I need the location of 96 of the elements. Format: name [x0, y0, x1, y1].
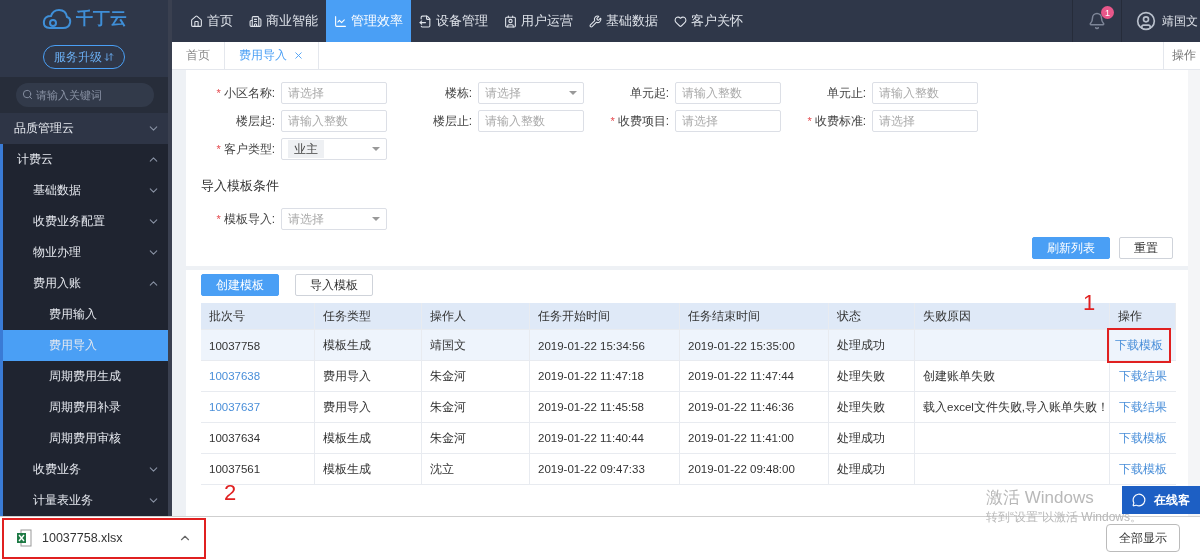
table-cell: 10037634 — [201, 423, 315, 453]
bell-icon[interactable] — [1088, 12, 1106, 30]
building-icon — [249, 14, 262, 28]
cloud-logo-icon — [41, 8, 72, 30]
activation-title: 激活 Windows — [986, 487, 1094, 509]
table-cell: 朱金河 — [422, 361, 530, 391]
input-field[interactable]: 请输入整数 — [478, 110, 584, 132]
table-cell: 处理成功 — [829, 423, 915, 453]
column-header: 批次号 — [201, 303, 315, 329]
action-link[interactable]: 下载模板 — [1119, 461, 1167, 477]
field-label: 模板导入: — [223, 210, 275, 228]
input-field[interactable]: 请输入整数 — [281, 110, 387, 132]
section-title: 导入模板条件 — [201, 178, 280, 195]
table-cell: 2019-01-22 11:45:58 — [530, 392, 680, 422]
input-field[interactable]: 请输入整数 — [872, 82, 978, 104]
table-cell: 创建账单失败 — [915, 361, 1110, 391]
action-link[interactable]: 下载模板 — [1119, 430, 1167, 446]
nav-item[interactable]: 首页 — [182, 0, 241, 42]
arrows-icon — [104, 52, 114, 63]
document-icon — [419, 14, 432, 28]
table-cell: 10037561 — [201, 454, 315, 484]
line-chart-icon — [334, 14, 347, 28]
table-cell: 2019-01-22 11:47:44 — [680, 361, 829, 391]
chat-bubble-icon — [1132, 493, 1146, 507]
spreadsheet-file-icon — [16, 529, 32, 547]
table-cell: 处理失败 — [829, 392, 915, 422]
column-header: 操作 — [1110, 303, 1176, 329]
input-field[interactable]: 请选择 — [281, 82, 387, 104]
field-label: 楼层起: — [235, 112, 275, 130]
file-name: 10037758.xlsx — [42, 531, 124, 545]
page-tab[interactable]: 首页 — [172, 42, 225, 69]
field-label: 收费标准: — [814, 112, 866, 130]
nav-item[interactable]: 设备管理 — [411, 0, 496, 42]
table-cell: 2019-01-22 11:40:44 — [530, 423, 680, 453]
scrollbar[interactable] — [1188, 70, 1200, 516]
field-label: 收费项目: — [617, 112, 669, 130]
chat-widget[interactable]: 在线客 — [1122, 486, 1200, 514]
home-icon — [190, 14, 203, 28]
user-name[interactable]: 靖国文 — [1162, 12, 1198, 30]
sidebar-item[interactable]: 品质管理云 — [0, 113, 168, 144]
field-label: 小区名称: — [223, 84, 275, 102]
search-field[interactable]: 请输入关键词 — [16, 82, 154, 107]
heart-icon — [674, 14, 687, 28]
column-header: 任务类型 — [315, 303, 422, 329]
user-avatar-icon[interactable] — [1136, 11, 1156, 31]
column-header: 状态 — [829, 303, 915, 329]
nav-item[interactable]: 商业智能 — [241, 0, 326, 42]
table-cell: 2019-01-22 09:48:00 — [680, 454, 829, 484]
search-icon — [22, 88, 33, 100]
table-cell: 朱金河 — [422, 392, 530, 422]
required-mark: * — [216, 87, 221, 99]
wrench-icon — [589, 14, 602, 28]
required-mark: * — [807, 115, 812, 127]
contact-card-icon — [504, 14, 517, 28]
logo-text: 千丁云 — [75, 8, 127, 31]
table-cell: 2019-01-22 11:41:00 — [680, 423, 829, 453]
column-header: 任务结束时间 — [680, 303, 829, 329]
table-cell: 2019-01-22 09:47:33 — [530, 454, 680, 484]
column-header: 操作人 — [422, 303, 530, 329]
notification-badge: 1 — [1101, 6, 1114, 19]
field-label: 单元起: — [629, 84, 669, 102]
select-field[interactable]: 业主 — [281, 138, 387, 160]
input-field[interactable]: 请选择 — [872, 110, 978, 132]
column-header: 任务开始时间 — [530, 303, 680, 329]
field-label: 客户类型: — [223, 140, 275, 158]
form-button[interactable]: 重置 — [1119, 237, 1173, 259]
show-all-button[interactable]: 全部显示 — [1106, 524, 1180, 552]
download-item[interactable]: 10037758.xlsx — [2, 517, 206, 559]
field-label: 楼栋: — [444, 84, 472, 102]
table-button[interactable]: 导入模板 — [295, 274, 373, 296]
batch-link[interactable]: 10037638 — [201, 361, 315, 391]
required-mark: * — [216, 213, 221, 225]
table-cell: 费用导入 — [315, 361, 422, 391]
nav-item[interactable]: 用户运营 — [496, 0, 581, 42]
table-cell: 2019-01-22 11:47:18 — [530, 361, 680, 391]
table-cell: 2019-01-22 11:46:36 — [680, 392, 829, 422]
required-mark: * — [610, 115, 615, 127]
batch-link[interactable]: 10037637 — [201, 392, 315, 422]
action-link[interactable]: 下载结果 — [1119, 368, 1167, 384]
table-cell: 费用导入 — [315, 392, 422, 422]
table-cell: 沈立 — [422, 454, 530, 484]
tab-actions[interactable]: 操作 — [1163, 42, 1200, 69]
field-label: 楼层止: — [432, 112, 472, 130]
table-cell: 朱金河 — [422, 423, 530, 453]
table-cell: 模板生成 — [315, 454, 422, 484]
field-label: 单元止: — [826, 84, 866, 102]
table-cell: 处理成功 — [829, 454, 915, 484]
table-cell: 载入excel文件失败,导入账单失败！ — [915, 392, 1110, 422]
table-cell: 模板生成 — [315, 423, 422, 453]
input-field[interactable]: 请输入整数 — [675, 82, 781, 104]
nav-item[interactable]: 基础数据 — [581, 0, 666, 42]
table-cell: 处理失败 — [829, 361, 915, 391]
input-field[interactable]: 请选择 — [675, 110, 781, 132]
required-mark: * — [216, 143, 221, 155]
nav-item[interactable]: 客户关怀 — [666, 0, 751, 42]
action-link[interactable]: 下载结果 — [1119, 399, 1167, 415]
